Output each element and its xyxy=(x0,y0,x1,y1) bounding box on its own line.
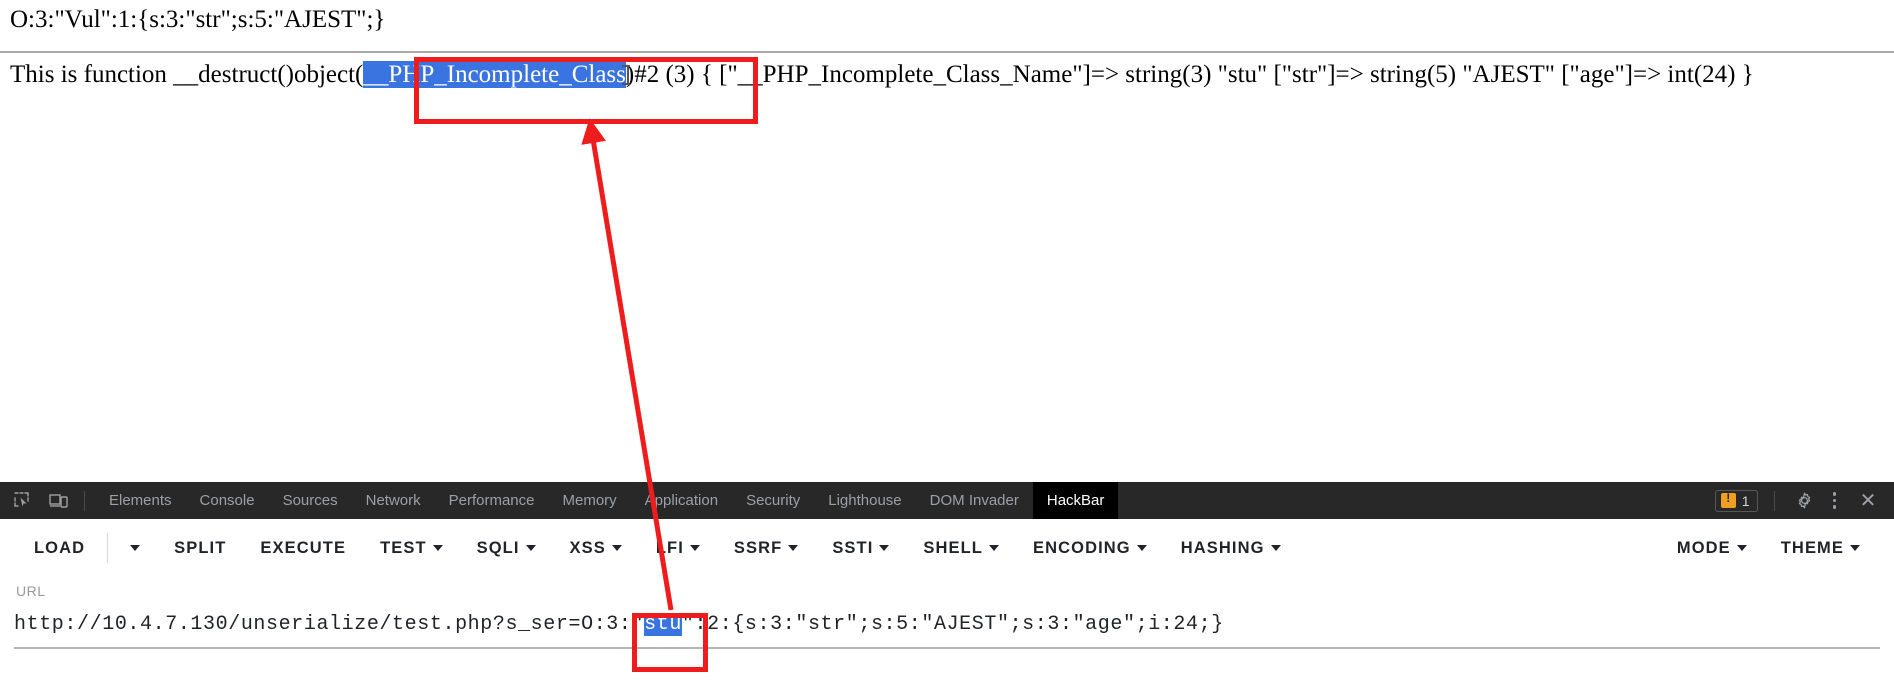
tab-lighthouse[interactable]: Lighthouse xyxy=(814,482,915,519)
kebab-menu-icon[interactable] xyxy=(1821,492,1849,509)
status-badge[interactable]: 1 xyxy=(1714,489,1758,512)
lfi-button[interactable]: LFI xyxy=(656,533,700,564)
chevron-down-icon xyxy=(611,545,622,551)
right-divider xyxy=(1773,490,1775,511)
hashing-button[interactable]: HASHING xyxy=(1181,533,1281,564)
shell-label: SHELL xyxy=(923,538,983,557)
tab-memory[interactable]: Memory xyxy=(549,482,631,519)
test-label: TEST xyxy=(380,538,427,557)
hackbar-toolbar: LOAD SPLIT EXECUTE TEST SQLI XSS LFI SSR… xyxy=(0,519,1894,577)
selected-class-name[interactable]: __PHP_Incomplete_Class xyxy=(363,61,626,88)
devtools-tabbar: Elements Console Sources Network Perform… xyxy=(0,482,1894,519)
destruct-output-line: This is function __destruct()object(__PH… xyxy=(0,57,1884,92)
chevron-down-icon xyxy=(1136,545,1147,551)
chevron-down-icon xyxy=(1850,545,1860,551)
devtools-panel: Elements Console Sources Network Perform… xyxy=(0,482,1894,689)
split-label: SPLIT xyxy=(174,538,227,557)
load-label: LOAD xyxy=(34,538,86,557)
devtools-tabbar-right: 1 ✕ xyxy=(1714,487,1894,515)
close-icon[interactable]: ✕ xyxy=(1852,487,1884,515)
theme-label: THEME xyxy=(1780,538,1844,557)
text-cursor-icon xyxy=(621,65,630,85)
tab-performance[interactable]: Performance xyxy=(435,482,549,519)
xss-label: XSS xyxy=(569,538,606,557)
chevron-down-icon xyxy=(525,545,536,551)
execute-label: EXECUTE xyxy=(260,538,347,557)
device-toolbar-icon[interactable] xyxy=(42,487,74,515)
warning-icon xyxy=(1720,491,1736,508)
tab-elements[interactable]: Elements xyxy=(95,482,186,519)
tab-application[interactable]: Application xyxy=(631,482,732,519)
encoding-label: ENCODING xyxy=(1033,538,1131,557)
load-dropdown-button[interactable] xyxy=(130,539,141,557)
hashing-label: HASHING xyxy=(1180,538,1265,557)
execute-button[interactable]: EXECUTE xyxy=(260,533,346,564)
screenshot-root: O:3:"Vul":1:{s:3:"str";s:5:"AJEST";} Thi… xyxy=(0,0,1894,689)
chevron-down-icon xyxy=(1736,545,1747,551)
url-selected-text[interactable]: stu xyxy=(644,613,682,636)
tab-network[interactable]: Network xyxy=(352,482,435,519)
sqli-label: SQLI xyxy=(476,538,520,557)
tab-hackbar[interactable]: HackBar xyxy=(1032,482,1119,519)
tab-sources[interactable]: Sources xyxy=(269,482,352,519)
url-input[interactable]: http://10.4.7.130/unserialize/test.php?s… xyxy=(14,605,1880,649)
serialized-output-line: O:3:"Vul":1:{s:3:"str";s:5:"AJEST";} xyxy=(10,6,386,33)
hackbar-divider xyxy=(107,533,109,563)
toolbar-divider xyxy=(84,490,85,511)
ssti-label: SSTI xyxy=(832,538,874,557)
split-button[interactable]: SPLIT xyxy=(174,533,226,564)
shell-button[interactable]: SHELL xyxy=(923,533,999,564)
xss-button[interactable]: XSS xyxy=(570,533,622,564)
lfi-label: LFI xyxy=(655,538,684,557)
test-button[interactable]: TEST xyxy=(380,533,443,564)
mode-button[interactable]: MODE xyxy=(1677,533,1747,564)
output-text-after: )#2 (3) { ["__PHP_Incomplete_Class_Name"… xyxy=(625,61,1754,88)
ssrf-button[interactable]: SSRF xyxy=(733,533,799,564)
warning-count: 1 xyxy=(1741,492,1750,509)
chevron-down-icon xyxy=(879,545,890,551)
url-input-value: http://10.4.7.130/unserialize/test.php?s… xyxy=(14,605,1880,645)
encoding-button[interactable]: ENCODING xyxy=(1033,533,1147,564)
url-text-after: ":2:{s:3:"str";s:5:"AJEST";s:3:"age";i:2… xyxy=(681,613,1224,636)
theme-button[interactable]: THEME xyxy=(1781,533,1860,564)
chevron-down-icon xyxy=(130,545,141,551)
tab-dom-invader[interactable]: DOM Invader xyxy=(916,482,1033,519)
mode-label: MODE xyxy=(1676,538,1731,557)
url-field-label: URL xyxy=(16,583,46,599)
load-button[interactable]: LOAD xyxy=(34,533,85,564)
output-text-before: This is function __destruct()object( xyxy=(10,61,364,88)
ssrf-label: SSRF xyxy=(733,538,783,557)
horizontal-rule xyxy=(0,51,1894,53)
chevron-down-icon xyxy=(432,545,443,551)
chevron-down-icon xyxy=(788,545,799,551)
sqli-button[interactable]: SQLI xyxy=(477,533,536,564)
gear-icon[interactable] xyxy=(1789,487,1821,515)
hackbar-panel: LOAD SPLIT EXECUTE TEST SQLI XSS LFI SSR… xyxy=(0,519,1894,689)
ssti-button[interactable]: SSTI xyxy=(832,533,890,564)
tab-console[interactable]: Console xyxy=(186,482,269,519)
url-text-before: http://10.4.7.130/unserialize/test.php?s… xyxy=(14,613,645,636)
chevron-down-icon xyxy=(1270,545,1281,551)
chevron-down-icon xyxy=(689,545,700,551)
tab-security[interactable]: Security xyxy=(732,482,814,519)
chevron-down-icon xyxy=(989,545,999,551)
inspect-element-icon[interactable] xyxy=(6,487,38,515)
browser-page-content: O:3:"Vul":1:{s:3:"str";s:5:"AJEST";} Thi… xyxy=(0,0,1894,482)
